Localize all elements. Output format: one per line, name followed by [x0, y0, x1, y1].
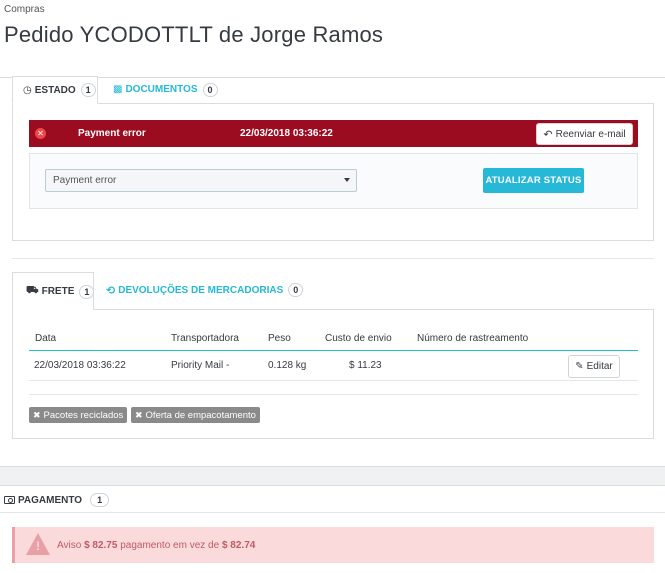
section-divider [12, 258, 654, 259]
page-title: Pedido YCODOTTLT de Jorge Ramos [4, 22, 384, 47]
table-header-divider [29, 350, 638, 351]
clock-icon: ◷ [23, 84, 32, 96]
payment-label: PAGAMENTO [18, 494, 83, 506]
header-divider [0, 77, 665, 78]
resend-email-button[interactable]: ↶ Reenviar e-mail [536, 123, 633, 145]
tab-frete-label: FRETE [41, 286, 75, 297]
row-cost: $ 11.23 [349, 360, 382, 371]
payment-header: PAGAMENTO 1 [4, 493, 110, 507]
column-header-cost: Custo de envio [325, 333, 392, 344]
x-icon: ✖ [33, 409, 41, 420]
undo-icon: ⟲ [106, 284, 116, 297]
edit-shipping-button[interactable]: ✎ Editar [568, 355, 620, 378]
tag-gift-label: Oferta de empacotamento [145, 409, 256, 421]
tab-estado-label: ESTADO [34, 84, 76, 96]
resend-email-label: Reenviar e-mail [555, 128, 626, 140]
row-weight: 0.128 kg [268, 360, 307, 371]
close-circle-icon: ✕ [35, 128, 46, 139]
payment-warning-alert: ! Aviso $ 82.75 pagamento em vez de $ 82… [12, 527, 654, 563]
expected-amount: $ 82.74 [221, 540, 256, 551]
breadcrumb[interactable]: Compras [4, 4, 45, 15]
gray-band [0, 466, 665, 486]
status-tabs-line [12, 103, 654, 104]
tab-estado[interactable]: ◷ ESTADO 1 [12, 76, 98, 104]
status-history-name: Payment error [78, 128, 146, 139]
warning-prefix: Aviso [57, 540, 82, 551]
paid-amount: $ 82.75 [84, 540, 118, 551]
column-header-tracking: Número de rastreamento [417, 333, 529, 344]
tag-recycled-label: Pacotes reciclados [43, 409, 124, 421]
shipping-tabs-line [93, 309, 654, 310]
tag-gift-wrapping: ✖ Oferta de empacotamento [131, 407, 260, 423]
tab-estado-count: 1 [80, 83, 96, 97]
edit-label: Editar [586, 361, 613, 372]
tab-devolucoes-label: DEVOLUÇÕES DE MERCADORIAS [118, 284, 284, 296]
tag-recycled-packaging: ✖ Pacotes reciclados [29, 407, 128, 423]
status-history-date: 22/03/2018 03:36:22 [240, 128, 333, 139]
warning-middle: pagamento em vez de [120, 540, 220, 551]
column-header-date: Data [35, 333, 57, 344]
tab-documentos-count: 0 [202, 82, 218, 97]
warning-mark: ! [36, 539, 40, 553]
status-select-value: Payment error [53, 175, 117, 186]
reply-icon: ↶ [543, 128, 553, 141]
tab-documentos[interactable]: ▩ DOCUMENTOS 0 [103, 76, 228, 103]
tab-devolucoes[interactable]: ⟲ DEVOLUÇÕES DE MERCADORIAS 0 [106, 283, 304, 297]
tab-documentos-label: DOCUMENTOS [125, 84, 198, 95]
payment-divider [0, 512, 665, 513]
chevron-down-icon [344, 178, 350, 182]
row-divider-bottom [29, 394, 638, 395]
tab-frete-count: 1 [79, 284, 95, 299]
column-header-weight: Peso [268, 333, 291, 344]
truck-icon: ⛟ [26, 285, 39, 296]
tab-devolucoes-count: 0 [288, 283, 304, 297]
document-icon: ▩ [113, 84, 123, 95]
payment-warning-message: Aviso $ 82.75 pagamento em vez de $ 82.7… [57, 540, 255, 551]
column-header-carrier: Transportadora [171, 333, 239, 344]
row-divider [29, 380, 638, 381]
pencil-icon: ✎ [575, 361, 584, 372]
row-date: 22/03/2018 03:36:22 [34, 360, 126, 371]
x-icon: ✖ [135, 409, 143, 420]
status-select[interactable]: Payment error [45, 169, 357, 192]
row-carrier: Priority Mail - [171, 360, 230, 371]
tab-frete[interactable]: ⛟ FRETE 1 [12, 272, 95, 310]
money-icon [4, 496, 15, 504]
payment-count: 1 [90, 493, 110, 507]
update-status-button[interactable]: ATUALIZAR STATUS [483, 168, 584, 193]
